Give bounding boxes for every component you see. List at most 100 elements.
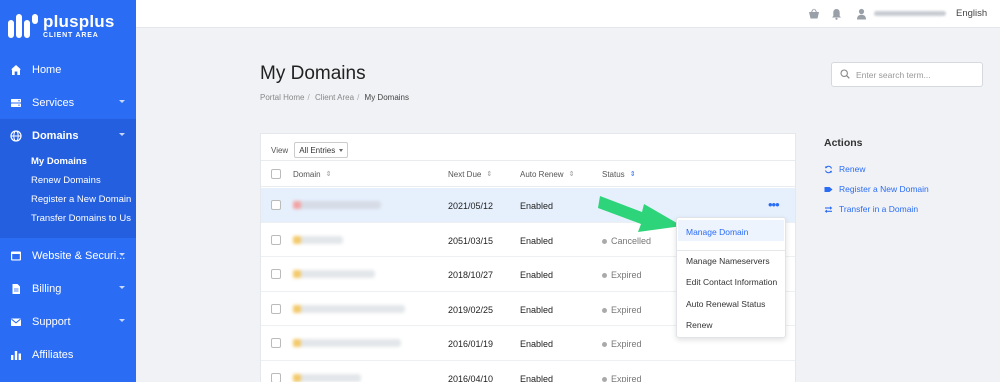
chevron-down-icon xyxy=(119,319,125,322)
search-icon xyxy=(840,66,850,84)
search-input[interactable] xyxy=(856,69,976,80)
sidebar-item-affiliates[interactable]: Affiliates xyxy=(0,338,136,371)
brand-subtitle: CLIENT AREA xyxy=(43,32,99,39)
basket-icon[interactable] xyxy=(808,7,820,25)
next-due-cell: 2016/04/10 xyxy=(448,373,494,382)
chevron-down-icon xyxy=(339,148,344,152)
logo[interactable]: plusplus CLIENT AREA xyxy=(8,12,115,40)
status-text: Expired xyxy=(611,339,642,349)
next-due-cell: 2021/05/12 xyxy=(448,201,494,211)
domain-name-redacted[interactable] xyxy=(293,270,375,278)
status-text: Expired xyxy=(611,270,642,280)
row-actions-menu: Manage Domain Manage Nameservers Edit Co… xyxy=(676,217,786,338)
next-due-cell: 2019/02/25 xyxy=(448,304,494,315)
sidebar-item-label: Domains xyxy=(32,129,79,142)
action-renew[interactable]: Renew xyxy=(824,164,865,174)
sidebar-item-label: Services xyxy=(32,96,75,109)
menu-item-renew[interactable]: Renew xyxy=(686,320,712,330)
user-icon[interactable] xyxy=(856,7,867,25)
sidebar-item-support[interactable]: Support xyxy=(0,305,136,338)
menu-item-auto-renewal[interactable]: Auto Renewal Status xyxy=(686,299,765,309)
envelope-icon xyxy=(9,315,22,328)
action-label: Renew xyxy=(839,164,866,174)
sidebar-item-label: Website & Securi... xyxy=(32,249,126,262)
column-status[interactable]: Status ⇕ xyxy=(602,170,636,179)
bell-icon[interactable] xyxy=(831,7,842,25)
table-row[interactable]: 2016/04/10 Enabled Expired xyxy=(261,361,795,382)
column-domain[interactable]: Domain ⇕ xyxy=(293,170,331,179)
sidebar-item-label: Affiliates xyxy=(32,348,74,361)
server-icon xyxy=(9,96,22,109)
sidebar-item-services[interactable]: Services xyxy=(0,86,136,119)
row-checkbox[interactable] xyxy=(271,269,281,279)
chevron-down-icon xyxy=(119,100,125,103)
ellipsis-icon[interactable]: ••• xyxy=(768,197,780,212)
view-select[interactable]: All Entries xyxy=(294,142,349,158)
language-selector[interactable]: English xyxy=(956,8,987,19)
domain-name-redacted[interactable] xyxy=(293,373,361,382)
column-next-due[interactable]: Next Due ⇕ xyxy=(448,170,492,179)
auto-renew-cell: Enabled xyxy=(520,270,554,280)
status-cell: Expired xyxy=(602,305,642,315)
sidebar-item-domains[interactable]: Domains xyxy=(0,119,136,152)
column-auto-renew[interactable]: Auto Renew ⇕ xyxy=(520,170,574,179)
sort-active-icon: ⇕ xyxy=(629,171,636,178)
sidebar-item-label: Billing xyxy=(32,282,62,295)
select-all-checkbox[interactable] xyxy=(271,169,281,179)
submenu-register-domain[interactable]: Register a New Domain xyxy=(31,194,131,205)
annotation-arrow-icon xyxy=(598,196,682,232)
status-cell: Expired xyxy=(602,270,642,280)
sync-icon xyxy=(824,165,833,174)
sidebar-item-billing[interactable]: Billing xyxy=(0,272,136,305)
domain-name-redacted[interactable] xyxy=(293,339,401,347)
search-box[interactable] xyxy=(831,62,983,87)
page-title: My Domains xyxy=(260,63,366,84)
bar-chart-icon xyxy=(9,348,22,361)
status-cell: Cancelled xyxy=(602,236,651,246)
top-bar: English xyxy=(136,0,1000,28)
sidebar-item-home[interactable]: Home xyxy=(0,53,136,86)
sort-icon: ⇕ xyxy=(568,171,575,178)
row-checkbox[interactable] xyxy=(271,372,281,382)
domain-name-redacted[interactable] xyxy=(293,235,343,244)
submenu-my-domains[interactable]: My Domains xyxy=(31,156,87,167)
row-checkbox[interactable] xyxy=(271,200,281,210)
domain-name-redacted[interactable] xyxy=(293,201,381,209)
column-label: Status xyxy=(602,170,625,179)
next-due-cell: 2018/10/27 xyxy=(448,270,494,280)
window-icon xyxy=(9,249,22,262)
submenu-transfer-domains[interactable]: Transfer Domains to Us xyxy=(31,213,131,224)
row-checkbox[interactable] xyxy=(271,303,281,314)
menu-item-edit-contact[interactable]: Edit Contact Information xyxy=(686,277,777,287)
auto-renew-cell: Enabled xyxy=(520,373,554,382)
action-transfer-domain[interactable]: Transfer in a Domain xyxy=(824,204,918,214)
next-due-cell: 2051/03/15 xyxy=(448,235,494,246)
transfer-icon xyxy=(824,205,833,214)
domain-name-redacted[interactable] xyxy=(293,304,405,313)
breadcrumb-client-area[interactable]: Client Area xyxy=(315,93,354,102)
actions-heading: Actions xyxy=(824,137,863,149)
breadcrumb: Portal Home / Client Area / My Domains xyxy=(260,93,409,102)
menu-item-manage-domain[interactable]: Manage Domain xyxy=(686,227,748,237)
table-header: Domain ⇕ Next Due ⇕ Auto Renew ⇕ Status ⇕ xyxy=(261,160,795,187)
auto-renew-cell: Enabled xyxy=(520,304,554,315)
action-register-domain[interactable]: Register a New Domain xyxy=(824,184,929,194)
breadcrumb-portal-home[interactable]: Portal Home xyxy=(260,93,304,102)
submenu-renew-domains[interactable]: Renew Domains xyxy=(31,175,101,186)
breadcrumb-current: My Domains xyxy=(364,93,409,102)
status-cell: Expired xyxy=(602,339,642,349)
row-checkbox[interactable] xyxy=(271,338,281,348)
globe-icon xyxy=(9,129,22,142)
user-name-redacted[interactable] xyxy=(874,11,946,16)
document-icon xyxy=(9,282,22,295)
menu-item-manage-nameservers[interactable]: Manage Nameservers xyxy=(686,256,770,266)
menu-divider xyxy=(677,250,785,251)
sidebar-item-website-security[interactable]: Website & Securi... xyxy=(0,239,136,272)
column-label: Domain xyxy=(293,170,321,179)
row-checkbox[interactable] xyxy=(271,234,281,245)
status-text: Expired xyxy=(611,304,642,315)
view-filter: View All Entries xyxy=(271,142,349,158)
auto-renew-cell: Enabled xyxy=(520,339,554,349)
chevron-down-icon xyxy=(119,286,125,289)
view-label: View xyxy=(271,145,289,155)
